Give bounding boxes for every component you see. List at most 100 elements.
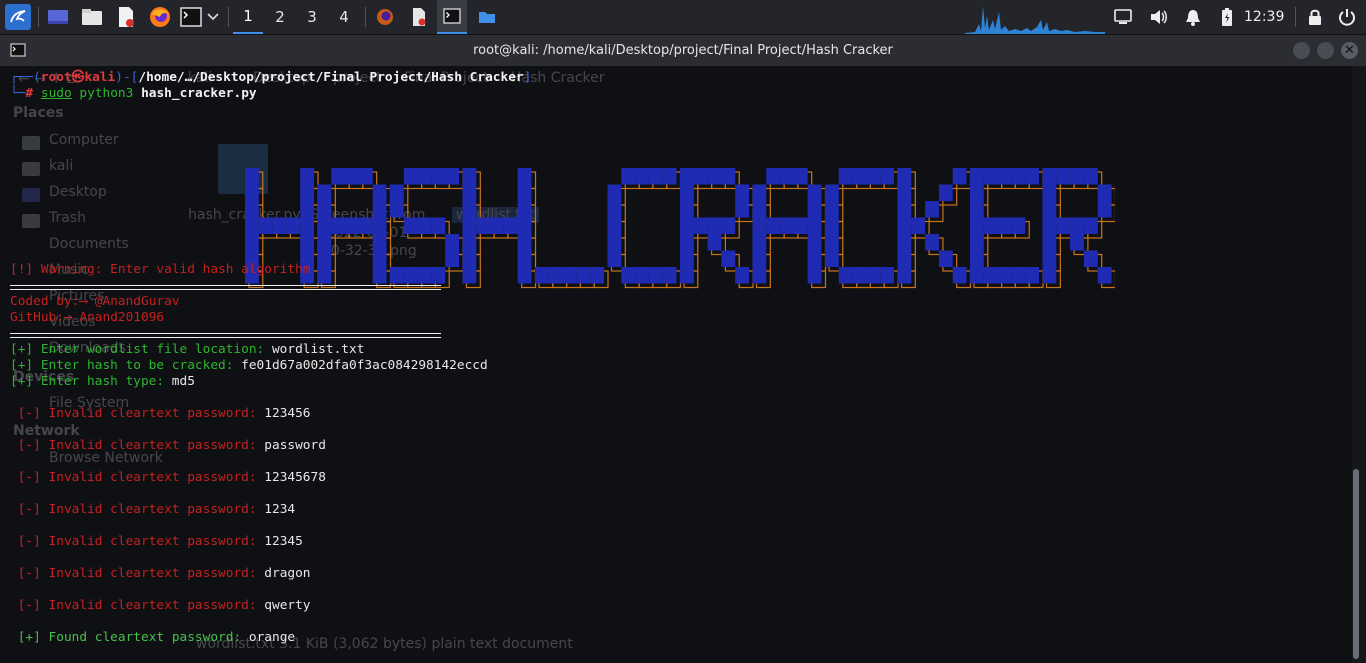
found-prefix: [+]: [17, 630, 41, 645]
attempt-line: [-] Invalid cleartext password: qwerty: [10, 598, 311, 614]
prompt-frame: ]: [523, 70, 532, 85]
close-button[interactable]: ✕: [1341, 42, 1358, 59]
task-folder-icon[interactable]: [472, 0, 502, 34]
terminal-window: root@kali: /home/kali/Desktop/project/Fi…: [0, 35, 1366, 663]
coded-by-value: @AnandGurav: [94, 294, 180, 309]
banner-glyph: [752, 168, 827, 289]
input-line: [+] Enter wordlist file location: wordli…: [10, 342, 364, 358]
input-value: md5: [171, 374, 195, 389]
attempt-line: [-] Invalid cleartext password: 123456: [10, 406, 311, 422]
chevron-down-icon[interactable]: [204, 6, 222, 28]
attempt-line: [-] Invalid cleartext password: 12345: [10, 534, 303, 550]
workspace-4[interactable]: 4: [329, 0, 359, 34]
attempt-line: [-] Invalid cleartext password: 12345678: [10, 470, 326, 486]
attempt-text: Invalid cleartext password:: [40, 438, 265, 453]
warning-line: [!] Warning: Enter valid hash algorithm: [10, 262, 311, 277]
terminal-launcher-icon[interactable]: [179, 6, 203, 28]
prompt-frame: )-[: [115, 70, 139, 85]
scrollbar-thumb[interactable]: [1353, 469, 1359, 659]
input-value: wordlist.txt: [271, 342, 365, 357]
attempt-prefix: [-]: [17, 598, 41, 613]
top-panel: 1 2 3 4 12:39: [0, 0, 1366, 35]
panel-separator: [228, 7, 229, 27]
firefox-icon[interactable]: [149, 6, 171, 28]
separator-double-line: [10, 285, 441, 290]
github-value: Anand201096: [79, 310, 165, 325]
input-value: fe01d67a002dfa0f3ac084298142eccd: [241, 358, 488, 373]
attempt-value: password: [264, 438, 326, 453]
kali-menu-icon[interactable]: [5, 4, 31, 30]
banner-glyph: [1042, 168, 1115, 289]
coded-by-arrow: ⟶: [79, 294, 88, 309]
github-label: GitHub:: [10, 310, 64, 325]
task-text-editor-icon[interactable]: [404, 0, 434, 34]
banner-glyph: [825, 168, 899, 289]
file-manager-icon[interactable]: [81, 6, 103, 28]
volume-icon[interactable]: [1148, 6, 1170, 28]
input-line: [+] Enter hash to be cracked: fe01d67a00…: [10, 358, 488, 374]
attempt-value: 123456: [264, 406, 311, 421]
window-title: root@kali: /home/kali/Desktop/project/Fi…: [473, 43, 893, 58]
banner-glyph: [390, 168, 464, 289]
prompt-hash: #: [25, 86, 34, 101]
minimize-button[interactable]: [1293, 42, 1310, 59]
prompt-frame: └─: [10, 86, 26, 101]
battery-charging-icon[interactable]: [1216, 6, 1238, 28]
hash-cracker-banner: HASH_CRACKER: [245, 168, 1115, 289]
window-titlebar[interactable]: root@kali: /home/kali/Desktop/project/Fi…: [0, 35, 1366, 66]
close-icon: ✕: [1344, 43, 1355, 58]
cpu-graph: [965, 6, 1105, 34]
attempt-prefix: [-]: [17, 470, 41, 485]
display-icon[interactable]: [1112, 6, 1134, 28]
lock-screen-icon[interactable]: [1304, 6, 1326, 28]
banner-glyph: [607, 168, 682, 289]
banner-glyph: [897, 168, 972, 289]
found-text: Found cleartext password:: [40, 630, 249, 645]
cmd-python: python3: [79, 86, 134, 101]
found-line: [+] Found cleartext password: orange: [10, 630, 295, 646]
separator-double-line: [10, 333, 441, 338]
show-desktop-icon[interactable]: [47, 6, 69, 28]
attempt-text: Invalid cleartext password:: [40, 470, 265, 485]
github-arrow: ⟶: [63, 310, 72, 325]
text-editor-icon[interactable]: [115, 6, 137, 28]
attempt-value: 12345: [264, 534, 303, 549]
task-firefox-icon[interactable]: [370, 0, 400, 34]
panel-separator: [38, 7, 39, 27]
github-line: GitHub:⟶ Anand201096: [10, 310, 164, 326]
banner-glyph: [462, 168, 537, 289]
notification-bell-icon[interactable]: [1182, 6, 1204, 28]
attempt-prefix: [-]: [17, 406, 41, 421]
prompt-path: /home/…/Desktop/project/Final Project/Ha…: [138, 70, 524, 85]
input-label: [+] Enter hash to be cracked:: [10, 358, 242, 373]
panel-clock[interactable]: 12:39: [1244, 0, 1284, 34]
input-line: [+] Enter hash type: md5: [10, 374, 195, 390]
banner-glyph: [680, 168, 754, 289]
workspace-2[interactable]: 2: [265, 0, 295, 34]
task-terminal-icon[interactable]: [437, 0, 467, 34]
found-value: orange: [248, 630, 296, 645]
panel-separator: [365, 7, 366, 27]
attempt-line: [-] Invalid cleartext password: 1234: [10, 502, 295, 518]
coded-by-line: Coded by:⟶ @AnandGurav: [10, 294, 180, 310]
attempt-line: [-] Invalid cleartext password: dragon: [10, 566, 311, 582]
terminal-output[interactable]: ┌──(root㉿kali)-[/home/…/Desktop/project/…: [0, 66, 1350, 663]
input-label: [+] Enter wordlist file location:: [10, 342, 272, 357]
attempt-line: [-] Invalid cleartext password: password: [10, 438, 326, 454]
workspace-1[interactable]: 1: [233, 0, 263, 34]
attempt-text: Invalid cleartext password:: [40, 534, 265, 549]
workspace-3[interactable]: 3: [297, 0, 327, 34]
input-label: [+] Enter hash type:: [10, 374, 172, 389]
prompt-line-1: ┌──(root㉿kali)-[/home/…/Desktop/project/…: [10, 70, 531, 86]
attempt-text: Invalid cleartext password:: [40, 502, 265, 517]
cmd-file: hash_cracker.py: [141, 86, 257, 101]
attempt-value: qwerty: [264, 598, 311, 613]
cmd-sudo: sudo: [40, 86, 72, 101]
attempt-prefix: [-]: [17, 438, 41, 453]
power-icon[interactable]: [1336, 6, 1358, 28]
maximize-button[interactable]: [1317, 42, 1334, 59]
attempt-prefix: [-]: [17, 502, 41, 517]
attempt-value: dragon: [264, 566, 311, 581]
banner-glyph: [535, 267, 609, 289]
banner-glyph: [970, 168, 1044, 289]
